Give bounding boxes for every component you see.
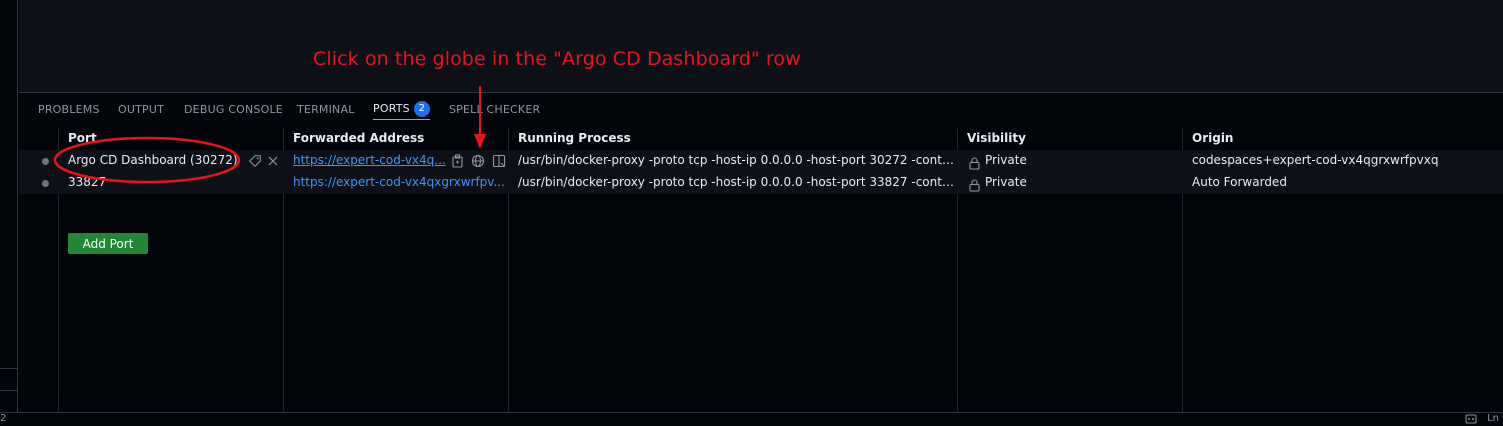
- table-row[interactable]: Argo CD Dashboard (30272) https://expert…: [19, 150, 1503, 172]
- visibility-value[interactable]: Private: [985, 153, 1027, 167]
- origin-value: Auto Forwarded: [1192, 175, 1287, 189]
- label-edit-icon[interactable]: [247, 153, 263, 169]
- tab-ports-label: PORTS: [373, 102, 410, 115]
- column-header-origin[interactable]: Origin: [1192, 131, 1233, 145]
- forwarded-address-link[interactable]: https://expert-cod-vx4qxgrxwrfpv...: [293, 175, 505, 189]
- divider: [0, 390, 18, 391]
- status-bar: 2 Ln: [0, 412, 1503, 426]
- port-status-dot: [42, 158, 49, 165]
- activity-strip: [0, 0, 18, 412]
- visibility-value[interactable]: Private: [985, 175, 1027, 189]
- tab-problems[interactable]: PROBLEMS: [38, 103, 100, 116]
- bottom-panel: PROBLEMS OUTPUT DEBUG CONSOLE TERMINAL P…: [19, 92, 1503, 413]
- preview-icon[interactable]: [491, 153, 507, 169]
- tab-ports[interactable]: PORTS 2: [373, 101, 430, 120]
- table-row[interactable]: 33827 https://expert-cod-vx4qxgrxwrfpv..…: [19, 172, 1503, 194]
- tab-spell-checker[interactable]: SPELL CHECKER: [449, 103, 540, 116]
- ports-count-badge: 2: [413, 101, 430, 117]
- column-header-visibility[interactable]: Visibility: [967, 131, 1026, 145]
- port-status-dot: [42, 180, 49, 187]
- copy-icon[interactable]: [449, 153, 465, 169]
- close-icon[interactable]: [265, 153, 281, 169]
- column-header-forwarded-address[interactable]: Forwarded Address: [293, 131, 424, 145]
- status-right-label: Ln: [1487, 413, 1499, 424]
- panel-tabs: PROBLEMS OUTPUT DEBUG CONSOLE TERMINAL P…: [19, 93, 1503, 127]
- status-left[interactable]: 2: [0, 413, 6, 424]
- port-label: Argo CD Dashboard (30272): [68, 153, 238, 167]
- forwarded-address-link[interactable]: https://expert-cod-vx4q...: [293, 153, 447, 167]
- ports-table: Port Forwarded Address Running Process V…: [19, 128, 1503, 413]
- tab-debug-console[interactable]: DEBUG CONSOLE: [184, 103, 283, 116]
- lock-icon: [969, 177, 980, 196]
- running-process: /usr/bin/docker-proxy -proto tcp -host-i…: [518, 175, 954, 189]
- instruction-annotation: Click on the globe in the "Argo CD Dashb…: [313, 48, 801, 70]
- globe-icon[interactable]: [470, 153, 486, 169]
- editor-area: [19, 0, 1503, 92]
- divider: [0, 368, 18, 369]
- tab-terminal[interactable]: TERMINAL: [297, 103, 355, 116]
- column-header-running-process[interactable]: Running Process: [518, 131, 631, 145]
- tab-output[interactable]: OUTPUT: [118, 103, 164, 116]
- table-header: Port Forwarded Address Running Process V…: [19, 128, 1503, 150]
- running-process: /usr/bin/docker-proxy -proto tcp -host-i…: [518, 153, 954, 167]
- port-label: 33827: [68, 175, 107, 189]
- add-port-button[interactable]: Add Port: [68, 233, 148, 254]
- remote-icon: [1465, 414, 1477, 424]
- column-header-port[interactable]: Port: [68, 131, 97, 145]
- origin-value: codespaces+expert-cod-vx4qgrxwrfpvxq: [1192, 153, 1439, 167]
- status-right[interactable]: Ln: [1465, 413, 1499, 424]
